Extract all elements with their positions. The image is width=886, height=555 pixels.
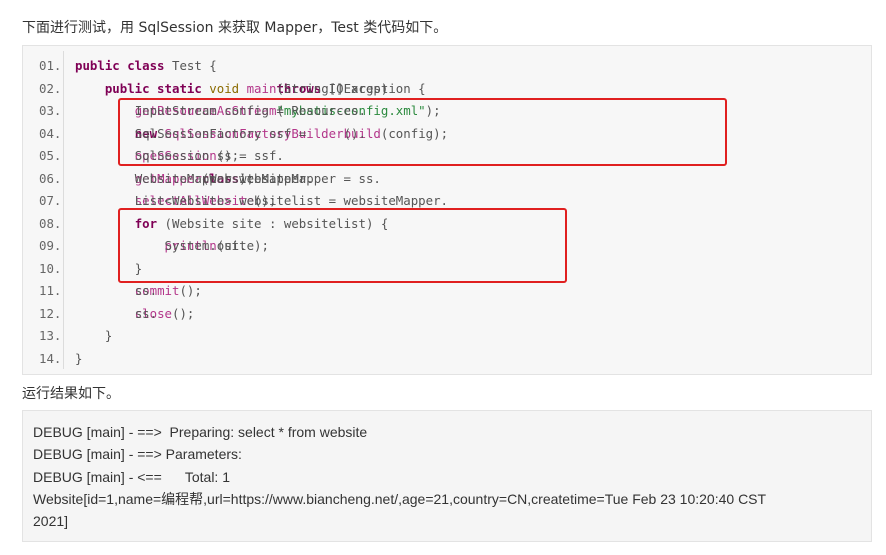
line-number: 12. [39,305,62,321]
output-line: DEBUG [main] - <== Total: 1 [33,468,230,485]
line-number: 01. [39,58,62,73]
intro-text: 下面进行测试，用 SqlSession 来获取 Mapper，Test 类代码如… [22,20,448,36]
code-token: ss. [134,283,158,298]
line-number: 03. [39,103,62,118]
code-token: public static [104,80,210,96]
line-number: 06. [39,170,62,186]
output-line: Website[id=1,name=编程帮,url=https://www.bi… [33,490,767,507]
line-number: 11. [39,283,62,298]
console-output: DEBUG [main] - ==> Preparing: select * f… [22,410,872,542]
line-number: 07. [39,193,62,208]
code-token: (); [172,305,195,321]
output-line: DEBUG [main] - ==> Parameters: [33,446,246,463]
code-text: WebsiteMapper websiteMapper = ss. getMapp… [75,168,381,190]
output-line: 2021] [33,513,69,530]
code-token: (); [179,283,202,298]
code-text: ss. close (); [75,303,195,325]
code-line: 12. ss. close (); [23,303,863,325]
line-number: 04. [39,125,62,141]
code-token: IOException { [328,80,426,96]
code-token: } [75,350,83,366]
code-line: 06. WebsiteMapper websiteMapper = ss. get… [23,168,863,190]
line-number: 10. [39,260,62,276]
code-line: 14.} [23,348,863,370]
code-text: public class Test { [75,55,217,77]
highlight-box-loop [118,208,567,283]
code-line: 01. public class Test { [23,55,863,77]
line-number: 08. [39,215,62,231]
code-token: (WebsiteMapper. [201,170,314,186]
code-line: 02. public static void main (String[] arg… [23,78,863,100]
line-number: 13. [39,328,62,343]
line-number: 09. [39,238,62,253]
highlight-box-resources [118,98,727,166]
result-label: 运行结果如下。 [22,386,120,402]
code-token: ); [239,170,255,186]
output-line: DEBUG [main] - ==> Preparing: select * f… [33,424,368,440]
code-token: Test { [171,58,217,73]
code-text: ss. commit (); [75,280,202,302]
line-number: 02. [39,80,62,96]
code-line: 13. } [23,325,863,347]
line-number: 14. [39,350,62,366]
code-token: main [246,80,277,96]
code-text: } [75,325,112,347]
code-token: ss. [134,305,158,321]
line-number: 05. [39,148,62,163]
code-token: } [104,328,113,343]
code-token: public class [75,58,172,73]
code-line: 11. ss. commit (); [23,280,863,302]
code-token: void [209,80,247,96]
code-text: public static void main (String[] args) t… [75,78,426,100]
